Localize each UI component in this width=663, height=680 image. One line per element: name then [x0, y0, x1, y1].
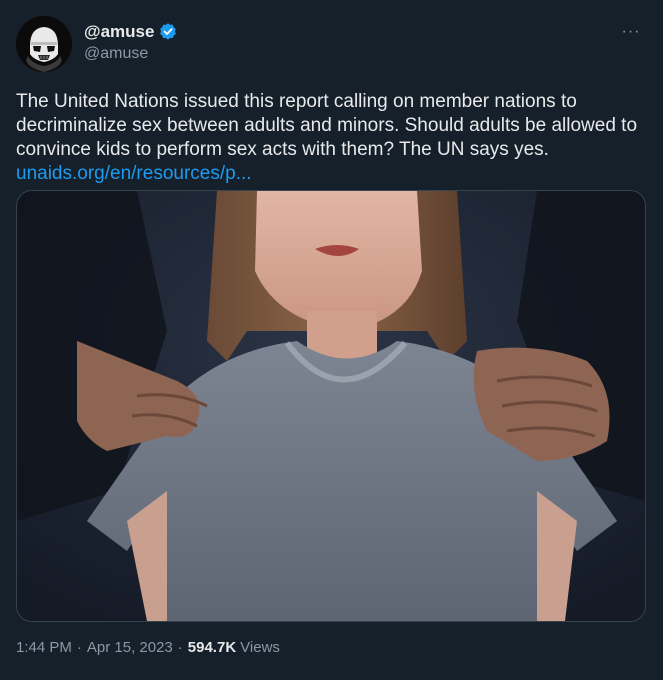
tweet-text: The United Nations issued this report ca… — [16, 90, 646, 186]
author-handle[interactable]: @amuse — [84, 45, 148, 63]
meta-separator: · — [76, 639, 82, 656]
tweet-link[interactable]: unaids.org/en/resources/p... — [16, 162, 252, 186]
stormtrooper-avatar-icon[interactable] — [16, 16, 72, 72]
tweet-time[interactable]: 1:44 PM — [16, 639, 72, 656]
tweet-date[interactable]: Apr 15, 2023 — [87, 639, 173, 656]
author-display-name[interactable]: @amuse — [84, 22, 154, 42]
author-name-row[interactable]: @amuse — [84, 21, 178, 43]
tweet-metadata: 1:44 PM · Apr 15, 2023 · 594.7K Views — [16, 639, 280, 656]
more-options-icon[interactable]: ··· — [621, 22, 641, 42]
tweet-body: The United Nations issued this report ca… — [16, 91, 638, 160]
meta-separator: · — [177, 639, 183, 656]
tweet-card: @amuse @amuse ··· The United Nations iss… — [0, 0, 663, 680]
views-label: Views — [240, 639, 280, 656]
views-count: 594.7K — [187, 639, 237, 656]
tweet-media-image[interactable] — [16, 190, 646, 622]
verified-badge-icon — [158, 22, 178, 42]
